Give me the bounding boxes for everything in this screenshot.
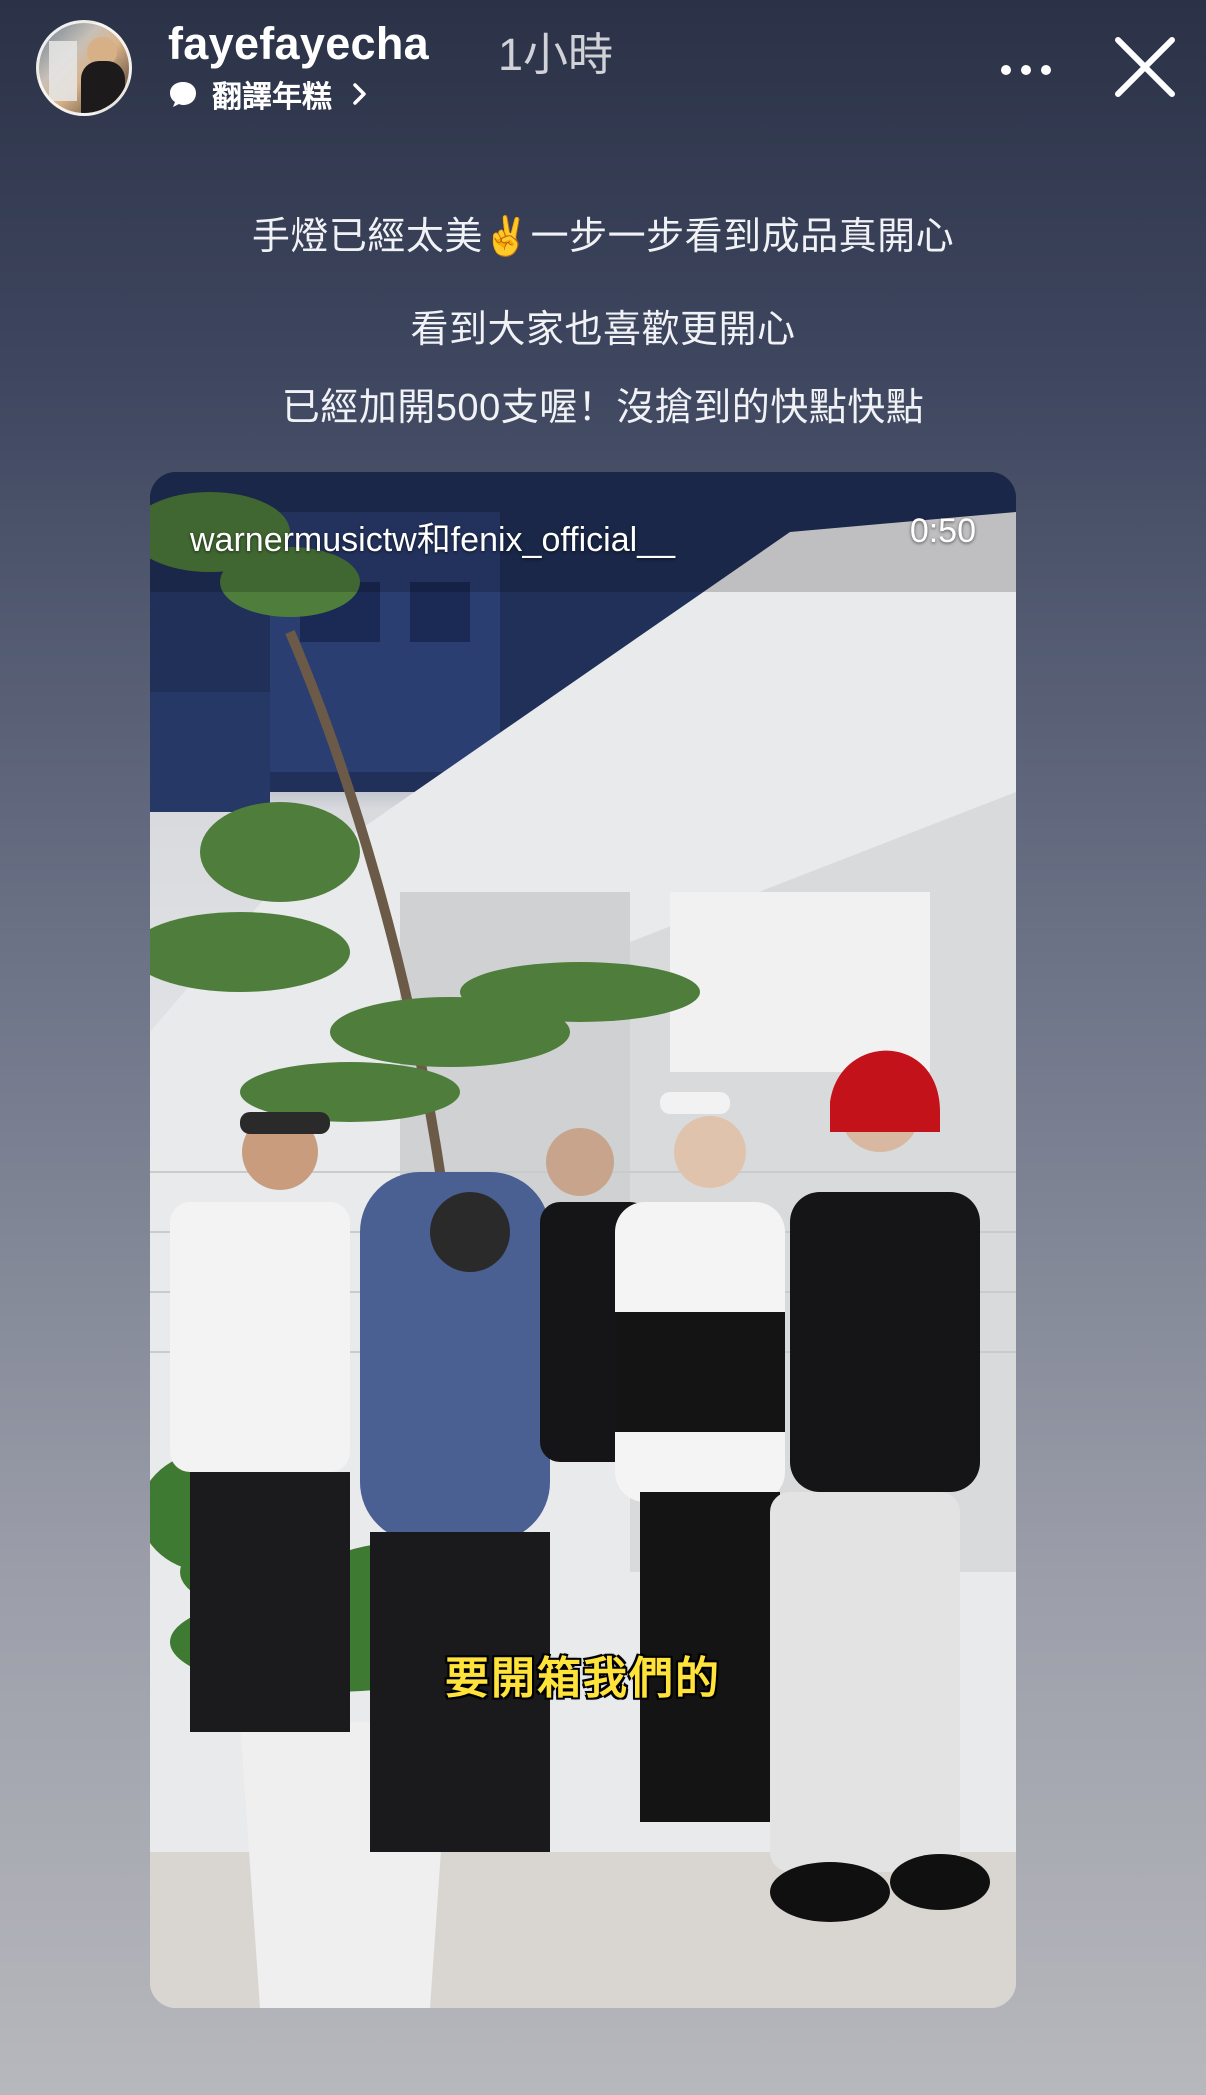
speech-bubble-icon [168,79,198,109]
translate-label: 翻譯年糕 [212,81,332,114]
video-subtitle: 要開箱我們的 [445,1654,721,1703]
more-horizontal-icon [1001,65,1051,75]
chevron-right-icon [346,81,372,107]
caption-line-2: 看到大家也喜歡更開心 [410,309,796,351]
close-icon [1115,37,1175,97]
close-button[interactable] [1112,34,1178,100]
username[interactable]: fayefayecha [168,18,429,70]
video-source-label[interactable]: warnermusictw和fenix_official__ [190,512,675,561]
post-time: 1小時 [498,29,614,80]
caption-line-1: 手燈已經太美✌️一步一步看到成品真開心 [251,216,955,258]
avatar-building [49,41,77,101]
translate-link[interactable]: 翻譯年糕 [168,74,372,114]
avatar-body [81,61,125,113]
more-options-button[interactable] [1000,50,1052,90]
caption-line-3: 已經加開500支喔！沒搶到的快點快點 [281,387,925,429]
embedded-video[interactable]: warnermusictw和fenix_official__ 0:50 要開箱我… [150,472,1016,2008]
video-frame-image [150,472,1016,2008]
avatar[interactable] [36,20,132,116]
video-duration: 0:50 [909,512,976,550]
